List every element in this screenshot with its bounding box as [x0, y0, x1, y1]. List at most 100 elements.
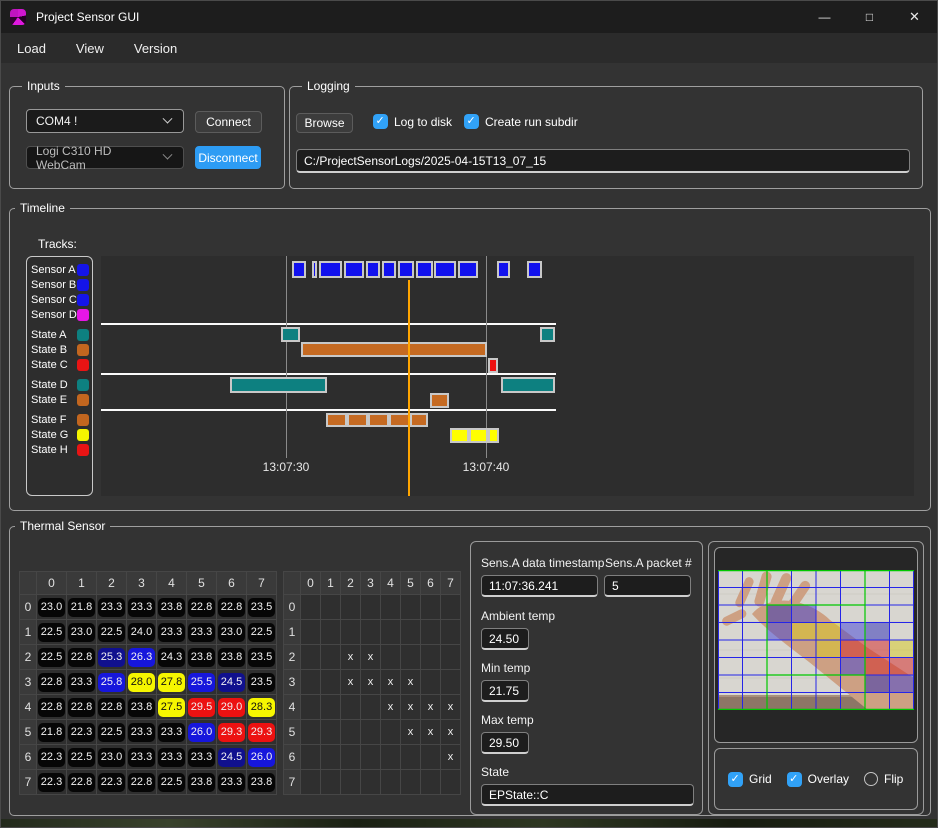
- col-header: 5: [401, 572, 420, 594]
- log-path-input[interactable]: C:/ProjectSensorLogs/2025-04-15T13_07_15: [296, 149, 910, 173]
- overlay-cell: [816, 623, 841, 641]
- timeline-group-label: Timeline: [15, 201, 70, 215]
- thermal-cell-value: 23.8: [248, 773, 275, 792]
- legend-color-chip: [77, 429, 89, 441]
- timestamp-field[interactable]: 11:07:36.241: [481, 575, 598, 597]
- row-header: 7: [284, 770, 300, 794]
- menu-item-view[interactable]: View: [76, 41, 104, 56]
- overlay-label: Overlay: [808, 772, 849, 786]
- mark-cell: [301, 745, 320, 769]
- thermal-cell-value: 28.0: [128, 673, 155, 692]
- tracks-label: Tracks:: [38, 237, 77, 251]
- legend-item: State E: [27, 392, 92, 407]
- ambient-temp-field[interactable]: 24.50: [481, 628, 529, 650]
- thermal-cell: 23.8: [127, 695, 156, 719]
- row-header: 0: [284, 595, 300, 619]
- thermal-cell-value: 27.5: [158, 698, 185, 717]
- thermal-cell: 23.3: [157, 745, 186, 769]
- legend-item-label: Sensor A: [31, 264, 76, 276]
- thermal-cell: 22.5: [67, 745, 96, 769]
- thermal-cell: 23.3: [127, 720, 156, 744]
- mark-cell: [341, 770, 360, 794]
- thermal-cell: 23.5: [247, 670, 276, 694]
- mark-cell: [361, 595, 380, 619]
- grid-label: Grid: [749, 772, 772, 786]
- menu-item-version[interactable]: Version: [134, 41, 177, 56]
- timeline-plot[interactable]: 13:07:3013:07:40: [101, 256, 914, 496]
- min-temp-field[interactable]: 21.75: [481, 680, 529, 702]
- menu-item-load[interactable]: Load: [17, 41, 46, 56]
- thermal-cell-value: 25.8: [98, 673, 125, 692]
- logging-group: Logging Browse Log to disk Create run su…: [289, 86, 923, 189]
- thermal-cell-value: 22.5: [158, 773, 185, 792]
- timeline-block: [410, 413, 428, 427]
- mark-cell: x: [341, 645, 360, 669]
- overlay-cell: [865, 675, 890, 693]
- mark-cell: [321, 695, 340, 719]
- max-temp-field[interactable]: 29.50: [481, 732, 529, 754]
- timeline-block: [326, 413, 347, 427]
- mark-cell: [421, 670, 440, 694]
- log-to-disk-label: Log to disk: [394, 115, 452, 129]
- thermal-cell-value: 22.8: [38, 673, 65, 692]
- com-port-value: COM4 !: [36, 114, 77, 128]
- mark-cell: [361, 770, 380, 794]
- mark-cell: [361, 620, 380, 644]
- thermal-cell: 23.0: [217, 620, 246, 644]
- disconnect-button[interactable]: Disconnect: [195, 146, 261, 169]
- packet-field[interactable]: 5: [604, 575, 691, 597]
- thermal-cell: 23.8: [217, 645, 246, 669]
- minimize-button[interactable]: —: [802, 1, 847, 33]
- thermal-cell: 24.5: [217, 670, 246, 694]
- overlay-cell: [792, 605, 817, 623]
- legend-group: State DState E: [27, 377, 92, 407]
- main-content: Inputs COM4 ! Connect Logi C310 HD WebCa…: [1, 63, 937, 827]
- playhead-cursor[interactable]: [408, 280, 410, 496]
- create-run-subdir-checkbox[interactable]: [464, 114, 479, 129]
- thermal-cell: 23.3: [187, 745, 216, 769]
- packet-value: 5: [612, 579, 619, 593]
- camera-controls: Grid Overlay Flip: [714, 748, 918, 810]
- thermal-cell-value: 23.0: [68, 623, 95, 642]
- timeline-group: Timeline Tracks: Sensor ASensor BSensor …: [9, 208, 931, 511]
- mark-cell: [321, 595, 340, 619]
- thermal-cell: 22.8: [217, 595, 246, 619]
- close-button[interactable]: ✕: [892, 1, 937, 33]
- flip-checkbox[interactable]: [864, 772, 878, 786]
- thermal-cell-value: 28.3: [248, 698, 275, 717]
- camera-select[interactable]: Logi C310 HD WebCam: [26, 146, 184, 169]
- thermal-cell: 22.5: [37, 645, 66, 669]
- thermal-cell-value: 22.5: [98, 623, 125, 642]
- timeline-block: [301, 342, 487, 357]
- thermal-cell: 23.3: [97, 595, 126, 619]
- timeline-block: [389, 413, 410, 427]
- mark-cell: x: [341, 670, 360, 694]
- overlay-checkbox[interactable]: [787, 772, 802, 787]
- log-to-disk-checkbox[interactable]: [373, 114, 388, 129]
- timeline-block: [281, 327, 300, 342]
- thermal-group-label: Thermal Sensor: [15, 519, 110, 533]
- thermal-cell: 29.3: [217, 720, 246, 744]
- grid-checkbox[interactable]: [728, 772, 743, 787]
- state-field[interactable]: EPState::C: [481, 784, 694, 806]
- col-header: 3: [127, 572, 156, 594]
- legend-color-chip: [77, 394, 89, 406]
- mark-cell: [361, 695, 380, 719]
- thermal-cell: 23.3: [157, 620, 186, 644]
- mark-cell: [361, 720, 380, 744]
- overlay-cell: [841, 640, 866, 658]
- overlay-cell: [890, 658, 915, 676]
- col-header: 7: [441, 572, 460, 594]
- thermal-cell: 22.8: [37, 695, 66, 719]
- connect-button[interactable]: Connect: [195, 111, 262, 133]
- maximize-button[interactable]: □: [847, 1, 892, 33]
- col-header: 6: [217, 572, 246, 594]
- com-port-select[interactable]: COM4 !: [26, 109, 184, 133]
- browse-button[interactable]: Browse: [296, 113, 353, 133]
- thermal-cell: 23.3: [217, 770, 246, 794]
- mark-cell: [301, 620, 320, 644]
- desktop-strip: [1, 819, 937, 827]
- mark-cell: [301, 670, 320, 694]
- legend-item-label: State G: [31, 429, 68, 441]
- thermal-cell: 23.0: [37, 595, 66, 619]
